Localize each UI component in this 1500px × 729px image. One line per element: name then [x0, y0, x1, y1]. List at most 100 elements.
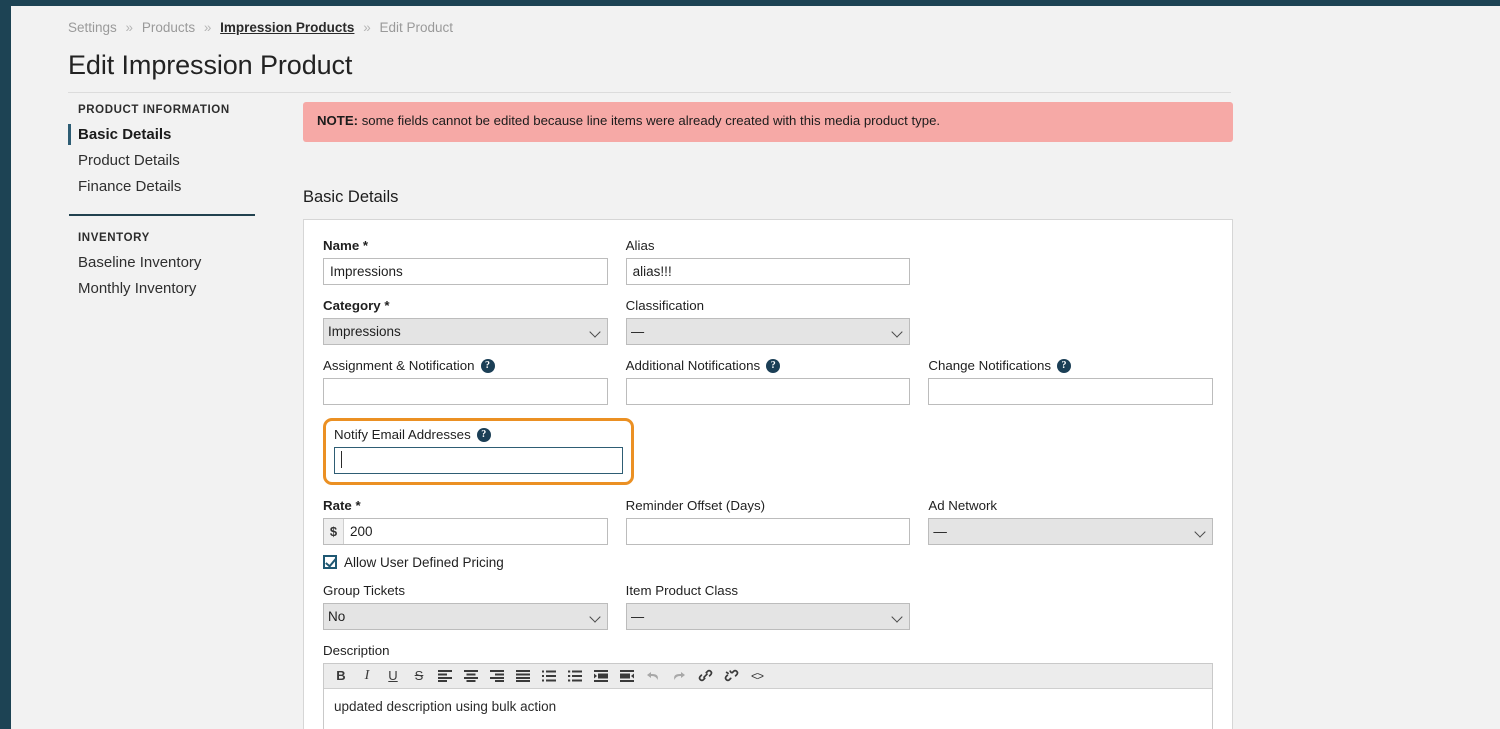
sidebar-item-baseline-inventory[interactable]: Baseline Inventory [68, 250, 268, 276]
sidebar-heading-inventory: INVENTORY [78, 232, 150, 244]
link-icon[interactable] [692, 664, 718, 687]
rate-input[interactable] [344, 518, 607, 544]
editor-toolbar: B I U S <> [324, 663, 1212, 689]
field-name: Name * [314, 238, 617, 285]
underline-icon[interactable]: U [380, 664, 406, 687]
currency-prefix: $ [324, 518, 344, 544]
breadcrumb-item-products[interactable]: Products [142, 20, 195, 35]
description-field: Description B I U S <> updated descripti… [314, 643, 1222, 729]
italic-icon[interactable]: I [354, 664, 380, 687]
allow-user-defined-pricing-label: Allow User Defined Pricing [344, 554, 504, 570]
allow-user-defined-pricing-row[interactable]: Allow User Defined Pricing [314, 555, 1222, 570]
help-icon[interactable]: ? [766, 358, 781, 373]
classification-select[interactable]: — [625, 317, 911, 345]
source-code-icon[interactable]: <> [744, 664, 770, 687]
sidebar-item-product-details[interactable]: Product Details [68, 148, 268, 174]
rich-text-editor: B I U S <> updated description using bul… [323, 662, 1213, 729]
notify-email-addresses-input[interactable] [334, 446, 623, 474]
breadcrumb-item-edit-product: Edit Product [379, 20, 454, 35]
title-divider [68, 92, 1231, 93]
field-item-product-class-label: Item Product Class [625, 582, 738, 598]
align-left-icon[interactable] [432, 664, 458, 687]
sidebar-item-basic-details[interactable]: Basic Details [68, 122, 268, 148]
ad-network-select[interactable]: — [928, 517, 1214, 545]
strikethrough-icon[interactable]: S [406, 664, 432, 687]
category-select[interactable]: Impressions [323, 317, 608, 345]
sidebar-divider [69, 214, 255, 216]
breadcrumb-separator: » [203, 20, 212, 35]
page-title: Edit Impression Product [68, 50, 353, 80]
field-notify-email-label: Notify Email Addresses ? [334, 427, 623, 443]
sidebar-heading-product-information: PRODUCT INFORMATION [78, 104, 230, 116]
additional-notifications-input[interactable] [625, 377, 911, 405]
field-spacer [919, 583, 1222, 630]
field-reminder-offset-label: Reminder Offset (Days) [625, 497, 766, 513]
help-icon[interactable]: ? [476, 427, 491, 442]
change-notifications-input[interactable] [928, 377, 1214, 405]
bold-icon[interactable]: B [328, 664, 354, 687]
field-notify-email-text: Notify Email Addresses [334, 426, 471, 442]
field-additional-notifications: Additional Notifications ? [617, 358, 920, 405]
field-additional-notifications-label: Additional Notifications ? [626, 358, 911, 374]
outdent-icon[interactable] [588, 664, 614, 687]
field-classification: Classification — [617, 298, 920, 345]
field-category-label: Category * [323, 297, 390, 313]
field-rate: Rate * $ [314, 498, 617, 545]
group-tickets-select[interactable]: No [323, 602, 608, 630]
field-alias: Alias [617, 238, 920, 285]
form-row-notify-email: Notify Email Addresses ? [314, 405, 1222, 485]
allow-user-defined-pricing-checkbox[interactable] [323, 555, 337, 569]
field-change-notifications-label: Change Notifications ? [928, 358, 1213, 374]
field-change-notifications-text: Change Notifications [928, 357, 1052, 373]
name-input[interactable] [323, 257, 608, 285]
unlink-icon[interactable] [718, 664, 744, 687]
form-row-group-tickets: Group Tickets No Item Product Class — [314, 583, 1222, 630]
align-justify-icon[interactable] [510, 664, 536, 687]
help-icon[interactable]: ? [480, 358, 495, 373]
breadcrumb: Settings » Products » Impression Product… [68, 20, 453, 35]
main-content: NOTE: some fields cannot be edited becau… [303, 102, 1233, 729]
breadcrumb-item-settings[interactable]: Settings [68, 20, 117, 35]
note-banner-text: some fields cannot be edited because lin… [358, 113, 941, 128]
redo-icon[interactable] [666, 664, 692, 687]
field-classification-label: Classification [625, 297, 705, 313]
breadcrumb-item-impression-products[interactable]: Impression Products [220, 20, 354, 35]
notify-email-addresses-group[interactable]: Notify Email Addresses ? [323, 417, 634, 485]
sidebar-item-finance-details[interactable]: Finance Details [68, 174, 268, 200]
indent-icon[interactable] [614, 664, 640, 687]
field-ad-network-label: Ad Network [928, 497, 998, 513]
field-name-label: Name * [323, 237, 369, 253]
form-row-notifications: Assignment & Notification ? Additional N… [314, 358, 1222, 405]
field-rate-label: Rate * [323, 497, 361, 513]
field-spacer [919, 238, 1222, 285]
help-icon[interactable]: ? [1057, 358, 1072, 373]
field-ad-network: Ad Network — [919, 498, 1222, 545]
basic-details-card: Name * Alias Category * [303, 218, 1233, 729]
numbered-list-icon[interactable] [562, 664, 588, 687]
field-item-product-class: Item Product Class — [617, 583, 920, 630]
sidebar-item-monthly-inventory[interactable]: Monthly Inventory [68, 276, 268, 302]
undo-icon[interactable] [640, 664, 666, 687]
field-change-notifications: Change Notifications ? [919, 358, 1222, 405]
description-editor-body[interactable]: updated description using bulk action [324, 688, 1212, 729]
assignment-notification-input[interactable] [323, 377, 608, 405]
align-right-icon[interactable] [484, 664, 510, 687]
page-surface: Settings » Products » Impression Product… [11, 6, 1500, 729]
field-group-tickets-label: Group Tickets [323, 582, 406, 598]
form-row-rate: Rate * $ Reminder Offset (Days) Ad Netwo… [314, 498, 1222, 545]
bullet-list-icon[interactable] [536, 664, 562, 687]
field-category: Category * Impressions [314, 298, 617, 345]
item-product-class-select[interactable]: — [625, 602, 911, 630]
field-spacer [919, 298, 1222, 345]
form-row-name-alias: Name * Alias [314, 238, 1222, 285]
sidebar: PRODUCT INFORMATION Basic Details Produc… [68, 104, 268, 302]
note-banner: NOTE: some fields cannot be edited becau… [303, 102, 1233, 142]
align-center-icon[interactable] [458, 664, 484, 687]
form-row-category-classification: Category * Impressions Classification — [314, 298, 1222, 345]
field-alias-label: Alias [625, 237, 655, 253]
field-additional-notifications-text: Additional Notifications [625, 357, 761, 373]
reminder-offset-input[interactable] [625, 517, 911, 545]
breadcrumb-separator: » [125, 20, 134, 35]
alias-input[interactable] [625, 257, 911, 285]
field-assignment-notification-label: Assignment & Notification ? [323, 358, 608, 374]
